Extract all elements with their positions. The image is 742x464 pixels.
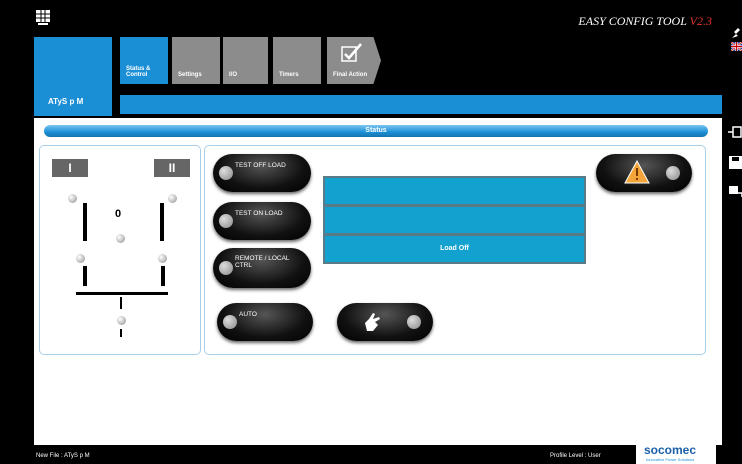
logo-text: socomec <box>644 443 697 457</box>
manual-mode-button[interactable] <box>337 303 433 341</box>
alarm-led <box>666 166 680 180</box>
test-off-led <box>219 166 233 180</box>
tab-label: Timers <box>279 72 299 78</box>
plug-icon[interactable] <box>730 26 742 40</box>
source-2-led <box>168 194 177 203</box>
source-1-label: I <box>52 159 88 177</box>
load-line <box>120 297 122 309</box>
footer-profile-label: Profile Level : User <box>550 453 601 459</box>
app-title: EASY CONFIG TOOL V2.3 <box>578 14 712 29</box>
tab-settings[interactable]: Settings <box>172 37 220 84</box>
tab-status-control[interactable]: Status & Control <box>120 37 168 84</box>
tab-label: I/O <box>229 72 238 78</box>
manual-led <box>407 315 421 329</box>
source-2-contact <box>160 203 164 241</box>
button-label: AUTO <box>239 311 257 318</box>
source-1-contact <box>83 203 87 241</box>
device-tile[interactable]: ATyS p M <box>34 37 112 116</box>
tab-content-header <box>120 95 722 114</box>
button-label: TEST ON LOAD <box>235 210 283 217</box>
footer-file-label: New File : ATyS p M <box>36 453 90 459</box>
position-zero-led <box>116 234 125 243</box>
load-led <box>117 316 126 325</box>
tab-label: Final Action <box>333 72 368 78</box>
test-on-load-button[interactable]: TEST ON LOAD <box>213 202 311 240</box>
remote-led <box>219 261 233 275</box>
status-display: Load Off <box>323 176 586 264</box>
source-1-lower-led <box>76 254 85 263</box>
device-label: ATyS p M <box>48 97 84 106</box>
source-2-lower-led <box>158 254 167 263</box>
status-header: Status <box>44 125 708 137</box>
save-icon[interactable] <box>729 156 742 169</box>
tab-timers[interactable]: Timers <box>273 37 321 84</box>
tab-label: Status & Control <box>126 66 151 78</box>
export-icon[interactable] <box>729 184 742 197</box>
button-label: REMOTE / LOCAL CTRL <box>235 255 290 269</box>
socomec-logo: socomec Innovative Power Solutions <box>636 442 716 464</box>
switch-diagram-panel: I II 0 <box>39 145 201 355</box>
app-grid-icon[interactable] <box>36 10 50 26</box>
test-off-load-button[interactable]: TEST OFF LOAD <box>213 154 311 192</box>
app-title-text: EASY CONFIG TOOL <box>578 14 687 28</box>
checkbox-icon <box>341 43 362 62</box>
busbar <box>76 292 168 295</box>
source-2-lower-contact <box>161 266 165 286</box>
test-on-led <box>219 214 233 228</box>
alarm-button[interactable] <box>596 154 692 192</box>
warning-icon <box>624 160 650 184</box>
uk-flag-icon[interactable] <box>731 42 742 51</box>
source-1-lower-contact <box>83 266 87 286</box>
source-1-led <box>68 194 77 203</box>
remote-local-ctrl-button[interactable]: REMOTE / LOCAL CTRL <box>213 248 311 288</box>
logo-tagline: Innovative Power Solutions <box>646 457 695 462</box>
source-2-label: II <box>154 159 190 177</box>
hand-icon <box>365 313 380 331</box>
load-line-lower <box>120 329 122 337</box>
display-row-3: Load Off <box>325 236 584 262</box>
button-label-line1: REMOTE / LOCAL <box>235 255 290 262</box>
auto-led <box>223 315 237 329</box>
switch-position-label: 0 <box>115 208 122 220</box>
tab-label: Settings <box>178 72 202 78</box>
app-version: V2.3 <box>689 14 712 28</box>
button-label: TEST OFF LOAD <box>235 162 286 169</box>
display-row-1 <box>325 178 584 204</box>
tab-io[interactable]: I/O <box>223 37 268 84</box>
button-label-line2: CTRL <box>235 262 252 269</box>
auto-button[interactable]: AUTO <box>217 303 313 341</box>
tab-final-action[interactable]: Final Action <box>327 37 381 84</box>
connect-icon[interactable] <box>728 125 742 139</box>
display-row-2 <box>325 207 584 233</box>
